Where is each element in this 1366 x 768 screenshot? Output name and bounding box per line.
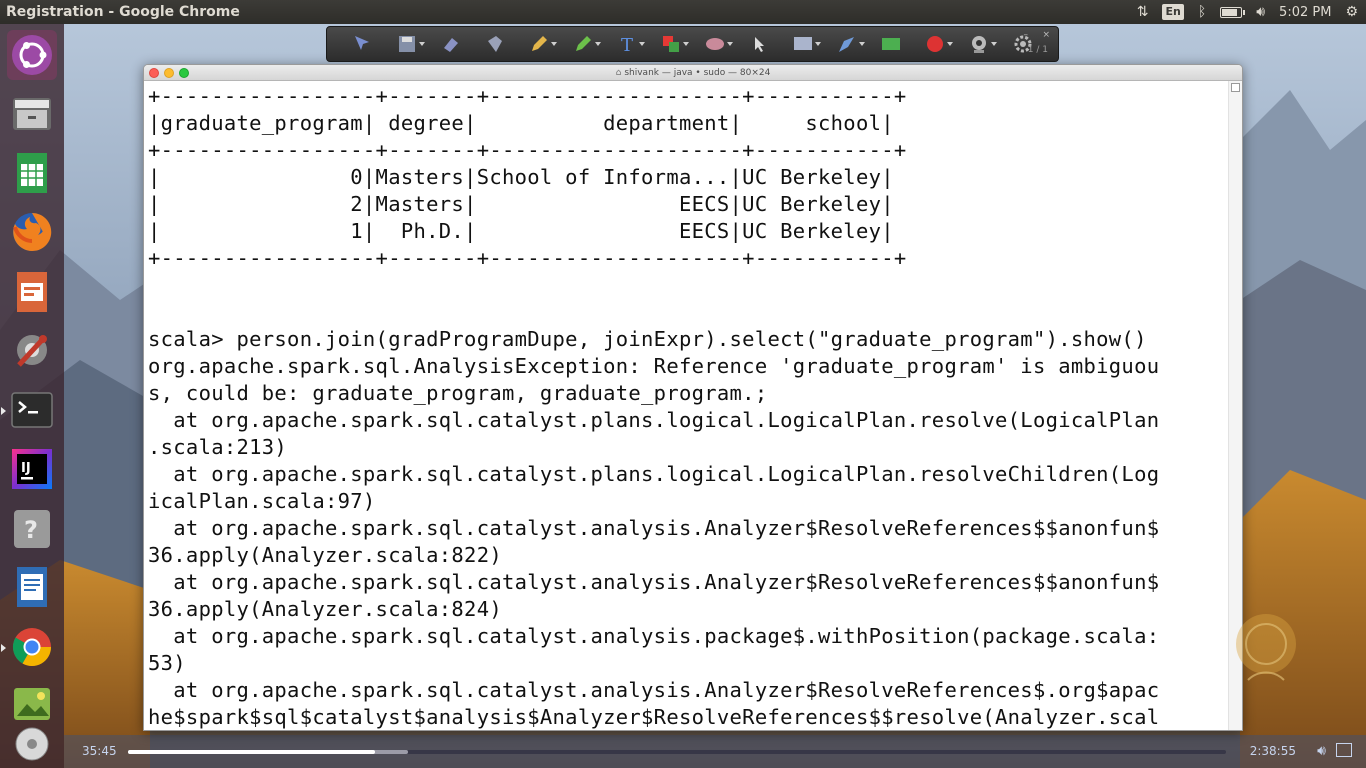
screen-tool-icon[interactable] [783, 30, 823, 58]
active-window-title: Registration - Google Chrome [6, 4, 240, 20]
clock[interactable]: 5:02 PM [1279, 5, 1331, 20]
file-manager-icon[interactable] [7, 88, 57, 138]
presentation-app-icon[interactable] [7, 267, 57, 317]
terminal-line: |graduate_program| degree| department| s… [148, 111, 894, 135]
terminal-line: | 1| Ph.D.| EECS|UC Berkeley| [148, 219, 894, 243]
elapsed-time: 35:45 [82, 744, 117, 758]
pencil-tool-icon[interactable] [519, 30, 559, 58]
keyboard-layout-indicator[interactable]: En [1162, 4, 1184, 20]
terminal-title: ⌂ shivank — java • sudo — 80×24 [616, 68, 771, 78]
running-indicator [1, 407, 6, 415]
eraser-tool-icon[interactable] [431, 30, 471, 58]
help-icon[interactable]: ? [7, 504, 57, 554]
page-indicator: 1 / 1 [1027, 45, 1048, 55]
video-player-bar: 35:45 2:38:55 🔊︎ [64, 735, 1366, 768]
close-button[interactable] [149, 68, 159, 78]
battery-icon[interactable] [1220, 6, 1246, 18]
home-icon: ⌂ [615, 67, 622, 78]
playback-progress [128, 750, 376, 754]
watermark-logo [1236, 614, 1296, 681]
terminal-line: scala> person.join(gradProgramDupe, join… [148, 327, 1147, 351]
terminal-line: at org.apache.spark.sql.catalyst.analysi… [148, 516, 1160, 540]
svg-text:T: T [621, 35, 633, 55]
terminal-line: +-----------------+-------+-------------… [148, 246, 907, 270]
seek-bar[interactable] [128, 750, 1226, 754]
chrome-icon[interactable] [1, 622, 57, 672]
settings-gear-icon[interactable]: ⚙ [1345, 0, 1358, 24]
terminal-line: 53) [148, 651, 186, 675]
terminal-line: at org.apache.spark.sql.catalyst.plans.l… [148, 408, 1160, 432]
shape-tool-icon[interactable] [475, 30, 515, 58]
ubuntu-dash-icon[interactable] [7, 30, 57, 80]
svg-text:?: ? [24, 516, 38, 544]
terminal-line: | 0|Masters|School of Informa...|UC Berk… [148, 165, 894, 189]
pen-tool-icon[interactable] [827, 30, 867, 58]
terminal-line: he$spark$sql$catalyst$analysis$Analyzer$… [148, 705, 1160, 729]
annotation-toolbar: T – × 1 / 1 [326, 26, 1059, 62]
toolbar-minimize-button[interactable]: – [1024, 30, 1029, 40]
indicator-area: ⇅ En ᛒ 🔊︎ 5:02 PM ⚙ [1137, 0, 1358, 24]
text-editor-icon[interactable] [7, 562, 57, 612]
total-duration: 2:38:55 [1249, 744, 1296, 758]
svg-text:IJ: IJ [21, 461, 31, 476]
terminal-line: | 2|Masters| EECS|UC Berkeley| [148, 192, 894, 216]
terminal-line: s, could be: graduate_program, graduate_… [148, 381, 768, 405]
terminal-line: +-----------------+-------+-------------… [148, 84, 907, 108]
terminal-line: 36.apply(Analyzer.scala:822) [148, 543, 502, 567]
terminal-line: at org.apache.spark.sql.catalyst.analysi… [148, 678, 1160, 702]
firefox-icon[interactable] [7, 207, 57, 257]
minimize-button[interactable] [164, 68, 174, 78]
terminal-titlebar[interactable]: ⌂ shivank — java • sudo — 80×24 [144, 65, 1242, 81]
scroll-up-button[interactable] [1231, 83, 1240, 92]
toolbar-close-button[interactable]: × [1042, 30, 1050, 40]
spreadsheet-app-icon[interactable] [7, 148, 57, 198]
fullscreen-button[interactable] [1336, 743, 1352, 757]
terminal-title-text: shivank — java • sudo — 80×24 [624, 67, 771, 78]
terminal-line: org.apache.spark.sql.AnalysisException: … [148, 354, 1160, 378]
maximize-button[interactable] [179, 68, 189, 78]
green-rect-icon[interactable] [871, 30, 911, 58]
terminal-icon[interactable] [1, 385, 57, 435]
sort-arrows-icon[interactable]: ⇅ [1137, 0, 1149, 24]
terminal-line: at org.apache.spark.sql.catalyst.analysi… [148, 624, 1160, 648]
top-panel: Registration - Google Chrome ⇅ En ᛒ 🔊︎ 5… [0, 0, 1366, 24]
bluetooth-icon[interactable]: ᛒ [1198, 0, 1206, 24]
terminal-line: at org.apache.spark.sql.catalyst.analysi… [148, 570, 1160, 594]
terminal-line: 36.apply(Analyzer.scala:824) [148, 597, 502, 621]
terminal-line: +-----------------+-------+-------------… [148, 138, 907, 162]
terminal-line: at org.apache.spark.sql.catalyst.plans.l… [148, 462, 1160, 486]
terminal-line: .scala:213) [148, 435, 288, 459]
rubber-tool-icon[interactable] [695, 30, 735, 58]
color-tool-icon[interactable] [651, 30, 691, 58]
webcam-icon[interactable] [959, 30, 999, 58]
running-indicator [1, 644, 6, 652]
window-controls [149, 68, 189, 78]
battery-fill [1222, 8, 1237, 16]
intellij-idea-icon[interactable]: IJ [7, 444, 57, 494]
highlighter-tool-icon[interactable] [563, 30, 603, 58]
arrow-cursor-icon[interactable] [739, 30, 779, 58]
disk-icon[interactable] [7, 724, 57, 764]
volume-icon[interactable]: 🔊︎ [1256, 0, 1265, 24]
text-tool-icon[interactable]: T [607, 30, 647, 58]
system-settings-icon[interactable] [7, 325, 57, 375]
launcher: IJ ? [0, 24, 64, 768]
pointer-tool-icon[interactable] [343, 30, 383, 58]
terminal-output[interactable]: +-----------------+-------+-------------… [144, 81, 1228, 730]
red-record-icon[interactable] [915, 30, 955, 58]
save-tool-icon[interactable] [387, 30, 427, 58]
terminal-line: icalPlan.scala:97) [148, 489, 376, 513]
terminal-window[interactable]: ⌂ shivank — java • sudo — 80×24 +--------… [143, 64, 1243, 731]
volume-icon[interactable]: 🔊︎ [1317, 743, 1326, 759]
